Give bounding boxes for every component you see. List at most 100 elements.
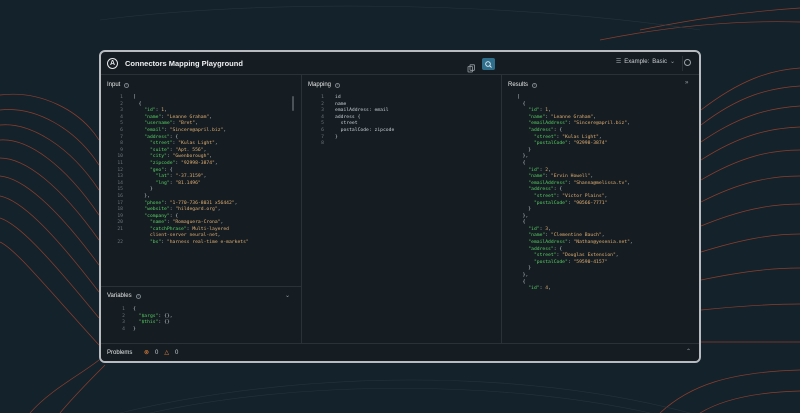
expand-up-icon[interactable]: ⌃ xyxy=(686,348,691,355)
code-line: "id": 1, xyxy=(528,108,551,114)
code-line: "id": 1, xyxy=(144,108,167,114)
results-viewer: [ { "id": 1, "name": "Leanne Graham", "e… xyxy=(517,95,633,293)
line-number: 4 xyxy=(122,326,125,332)
code-line: emailAddress: email xyxy=(335,108,389,114)
mapping-active-tool-button[interactable] xyxy=(482,58,495,70)
results-title: Results xyxy=(508,82,529,88)
info-icon[interactable]: i xyxy=(124,82,130,88)
line-number: 3 xyxy=(122,320,125,326)
input-scrollbar[interactable] xyxy=(292,96,294,111)
info-icon[interactable]: i xyxy=(335,82,341,88)
line-number: 20 xyxy=(117,220,123,226)
code-line: }, xyxy=(144,193,150,199)
code-line: } xyxy=(528,147,532,153)
settings-circle-button[interactable] xyxy=(684,59,691,66)
code-line: "website": "hildegard.org", xyxy=(144,207,221,213)
playground-window: A Connectors Mapping Playground ☰ Exampl… xyxy=(99,50,701,363)
line-number: 21 xyxy=(117,226,123,232)
code-line: id xyxy=(335,95,341,100)
line-number: 1 xyxy=(122,307,125,312)
problems-counts[interactable]: ⊗ 0 △ 0 xyxy=(144,349,179,357)
code-line: "emailAddress": "Sincere@april.biz", xyxy=(528,121,630,127)
code-line: postalCode: zipcode xyxy=(335,127,395,133)
problems-title: Problems xyxy=(107,350,133,356)
variables-title: Variables xyxy=(107,293,132,299)
input-panel: Input i 1 2 3 4 5 6 7 8 9 10 11 12 13 14 15 16 17 18 19 20 2… xyxy=(101,75,302,286)
line-number: 8 xyxy=(120,141,123,147)
info-icon[interactable]: i xyxy=(532,82,538,88)
code-line: "postalCode": "90566-7771" xyxy=(533,200,608,206)
code-line: "street": "Douglas Extension", xyxy=(533,253,619,259)
problems-bar: Problems ⊗ 0 △ 0 ⌃ xyxy=(101,343,699,361)
example-value: Basic xyxy=(652,58,667,65)
line-number: 16 xyxy=(117,193,123,199)
code-line: } xyxy=(149,187,153,193)
code-line: [ xyxy=(517,95,520,100)
code-line: "zipcode": "92998-3874", xyxy=(149,160,218,166)
collapse-icon[interactable]: ⌄ xyxy=(285,292,290,299)
variables-header: Variables i xyxy=(107,293,141,299)
line-number: 3 xyxy=(321,108,324,114)
line-number: 11 xyxy=(117,160,123,166)
line-number: 10 xyxy=(117,154,123,160)
code-line: { xyxy=(133,307,136,312)
code-line: street xyxy=(335,121,358,127)
code-line: { xyxy=(522,160,526,166)
example-selector[interactable]: ☰ Example: Basic ⌄ xyxy=(615,58,675,66)
code-line: } xyxy=(528,207,532,213)
code-line: "street": "Victor Plains", xyxy=(533,193,608,199)
copy-icon[interactable] xyxy=(467,60,476,73)
code-line: "email": "Sincere@april.biz", xyxy=(144,127,227,133)
input-title: Input xyxy=(107,82,121,88)
code-line: "bs": "harness real-time e-markets" xyxy=(149,240,249,246)
input-line-numbers: 1 2 3 4 5 6 7 8 9 10 11 12 13 14 15 16 17 18 19 20 21 22 xyxy=(103,95,123,247)
variables-line-numbers: 1234 xyxy=(115,307,125,333)
code-line: [ xyxy=(133,95,136,100)
variables-panel: Variables i ⌄ 1234 { "$args": {}, "$this… xyxy=(101,286,302,343)
code-line: "$this": {} xyxy=(138,320,170,326)
mapping-line-numbers: 12345678 xyxy=(314,95,324,148)
list-icon: ☰ xyxy=(615,59,622,65)
results-header: Results i xyxy=(508,82,538,88)
warning-count: 0 xyxy=(175,349,179,356)
code-line: }, xyxy=(522,154,529,160)
code-line: "name": "Romaguera-Crona", xyxy=(149,220,224,226)
header-divider xyxy=(682,56,683,71)
line-number: 8 xyxy=(321,141,324,147)
code-line: "emailAddress": "Nathan@yesenia.net", xyxy=(528,240,633,246)
mapping-panel: Mapping i 12345678 id name emailAddress: e… xyxy=(302,75,502,343)
input-editor[interactable]: [ { "id": 1, "name": "Leanne Graham", "u… xyxy=(133,95,249,247)
line-number: 13 xyxy=(117,174,123,180)
variables-editor[interactable]: { "$args": {}, "$this": {}} xyxy=(133,307,173,333)
line-number: 1 xyxy=(321,95,324,100)
code-line: { xyxy=(522,220,526,226)
app-title: Connectors Mapping Playground xyxy=(125,58,243,68)
code-line: "postalCode": "59590-4157" xyxy=(533,259,608,265)
mapping-title: Mapping xyxy=(308,82,332,88)
chevron-down-icon: ⌄ xyxy=(669,59,675,65)
line-number: 5 xyxy=(321,121,324,127)
results-panel: Results i » [ { "id": 1, "name": "Leanne… xyxy=(502,75,699,343)
code-line: "lat": "-37.3159", xyxy=(155,174,207,180)
expand-chevrons-icon[interactable]: » xyxy=(685,80,688,86)
mapping-editor[interactable]: id name emailAddress: email address { stree… xyxy=(335,95,394,148)
input-header: Input i xyxy=(107,82,130,88)
info-icon[interactable]: i xyxy=(135,293,141,299)
code-line: "name": "Ervin Howell", xyxy=(528,174,594,180)
title-bar: A Connectors Mapping Playground ☰ Exampl… xyxy=(101,52,699,75)
error-count: 0 xyxy=(155,349,159,356)
code-line: "city": "Gwenborough", xyxy=(149,154,213,160)
code-line: "street": "Kulas Light", xyxy=(149,141,218,147)
line-number: 1 xyxy=(120,95,123,100)
code-line: } xyxy=(528,266,532,272)
line-number: 22 xyxy=(117,240,123,246)
code-line: } xyxy=(133,326,136,332)
code-line: }, xyxy=(522,273,529,279)
code-line: "username": "Bret", xyxy=(144,121,198,127)
code-line: } xyxy=(335,134,338,140)
code-line: "postalCode": "92998-3874" xyxy=(533,141,608,147)
code-line: "address": { xyxy=(528,187,563,193)
line-number: 6 xyxy=(120,127,123,133)
code-line: "address": { xyxy=(528,127,563,133)
